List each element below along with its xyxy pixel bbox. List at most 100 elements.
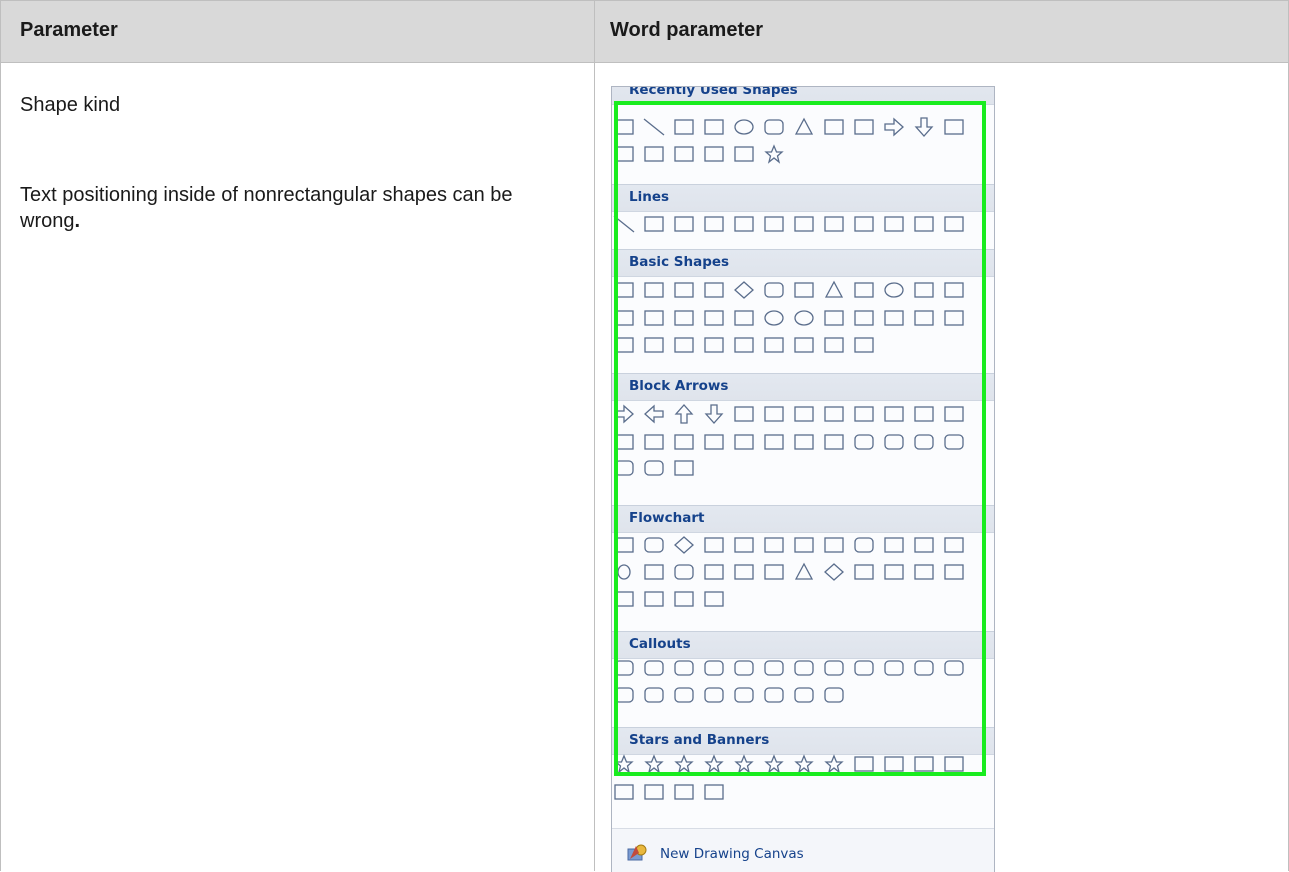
elbow-shape-icon[interactable] [704, 216, 724, 232]
terminator-shape-icon[interactable] [854, 537, 874, 553]
rect-shape-icon[interactable] [614, 537, 634, 553]
linecallout-shape-icon[interactable] [704, 687, 724, 703]
lbrace-shape-icon[interactable] [704, 146, 724, 162]
downarrow-shape-icon[interactable] [914, 117, 934, 137]
linecallout-shape-icon[interactable] [764, 660, 784, 676]
notched-shape-icon[interactable] [764, 434, 784, 450]
udcallout-shape-icon[interactable] [614, 460, 634, 476]
oval-shape-icon[interactable] [734, 119, 754, 135]
collate-shape-icon[interactable] [794, 562, 814, 580]
uturn-shape-icon[interactable] [884, 406, 904, 422]
diamond-shape-icon[interactable] [734, 281, 754, 299]
rightarrow-shape-icon[interactable] [884, 117, 904, 137]
leftuparrow-shape-icon[interactable] [914, 406, 934, 422]
roundcallout-shape-icon[interactable] [644, 660, 664, 676]
ovalcallout-shape-icon[interactable] [674, 660, 694, 676]
star8-shape-icon[interactable] [734, 754, 754, 774]
elbow-shape-icon[interactable] [824, 119, 844, 135]
dblarrow-shape-icon[interactable] [674, 216, 694, 232]
arc-shape-icon[interactable] [644, 146, 664, 162]
sun-shape-icon[interactable] [944, 310, 964, 326]
upcallout-shape-icon[interactable] [944, 434, 964, 450]
arc-shape-icon[interactable] [644, 337, 664, 353]
elbowarrow-shape-icon[interactable] [734, 216, 754, 232]
cloudcallout-shape-icon[interactable] [704, 660, 724, 676]
linecallout-shape-icon[interactable] [794, 660, 814, 676]
line-shape-icon[interactable] [613, 215, 635, 233]
star24-shape-icon[interactable] [794, 754, 814, 774]
oval-shape-icon[interactable] [884, 282, 904, 298]
curvedarrow-shape-icon[interactable] [824, 216, 844, 232]
merge-shape-icon[interactable] [884, 564, 904, 580]
rbrace-shape-icon[interactable] [854, 337, 874, 353]
cross-shape-icon[interactable] [944, 282, 964, 298]
moon-shape-icon[interactable] [614, 337, 634, 353]
pentagon-shape-icon[interactable] [614, 310, 634, 326]
lightning-shape-icon[interactable] [914, 310, 934, 326]
donut-shape-icon[interactable] [794, 310, 814, 326]
linecallout-shape-icon[interactable] [794, 687, 814, 703]
manualinput-shape-icon[interactable] [914, 537, 934, 553]
downarrow-shape-icon[interactable] [704, 404, 724, 424]
foldedcorner-shape-icon[interactable] [734, 310, 754, 326]
manualop-shape-icon[interactable] [944, 537, 964, 553]
curvedleft-shape-icon[interactable] [644, 434, 664, 450]
stripedright-shape-icon[interactable] [734, 434, 754, 450]
arrow-shape-icon[interactable] [644, 216, 664, 232]
elbowarrow-shape-icon[interactable] [854, 119, 874, 135]
curveddown-shape-icon[interactable] [704, 434, 724, 450]
arrow-shape-icon[interactable] [674, 119, 694, 135]
explosion-shape-icon[interactable] [614, 754, 634, 774]
parallelogram-shape-icon[interactable] [704, 537, 724, 553]
lbracket-shape-icon[interactable] [764, 337, 784, 353]
circular-shape-icon[interactable] [674, 460, 694, 476]
multidoc-shape-icon[interactable] [824, 537, 844, 553]
quadarrow-shape-icon[interactable] [794, 406, 814, 422]
rect-shape-icon[interactable] [644, 282, 664, 298]
roundrect-shape-icon[interactable] [764, 282, 784, 298]
new-drawing-canvas-item[interactable]: New Drawing Canvas [612, 828, 994, 872]
textbox-shape-icon[interactable] [614, 119, 634, 135]
triangle-shape-icon[interactable] [794, 117, 814, 135]
textbox-shape-icon[interactable] [614, 282, 634, 298]
magneticdisk-shape-icon[interactable] [644, 591, 664, 607]
pentagon-shape-icon[interactable] [794, 434, 814, 450]
linecallout-shape-icon[interactable] [824, 660, 844, 676]
leftarrow-shape-icon[interactable] [644, 404, 664, 424]
octagon-shape-icon[interactable] [794, 282, 814, 298]
linecallout-shape-icon[interactable] [824, 687, 844, 703]
quadcallout-shape-icon[interactable] [644, 460, 664, 476]
sort-shape-icon[interactable] [824, 563, 844, 581]
extract-shape-icon[interactable] [854, 564, 874, 580]
preparation-shape-icon[interactable] [884, 537, 904, 553]
ribbon-shape-icon[interactable] [854, 756, 874, 772]
curve-shape-icon[interactable] [884, 216, 904, 232]
sumjunction-shape-icon[interactable] [734, 564, 754, 580]
document-shape-icon[interactable] [794, 537, 814, 553]
curvedarrow-shape-icon[interactable] [854, 216, 874, 232]
star-shape-icon[interactable] [764, 144, 784, 164]
storeddata-shape-icon[interactable] [914, 564, 934, 580]
linecallout-shape-icon[interactable] [764, 687, 784, 703]
plaque-shape-icon[interactable] [734, 337, 754, 353]
freeform-shape-icon[interactable] [914, 216, 934, 232]
rect-shape-icon[interactable] [704, 119, 724, 135]
line-shape-icon[interactable] [643, 118, 665, 136]
linecallout-shape-icon[interactable] [914, 660, 934, 676]
bentup-shape-icon[interactable] [944, 406, 964, 422]
ribbon-shape-icon[interactable] [884, 756, 904, 772]
rbrace-shape-icon[interactable] [734, 146, 754, 162]
offpage-shape-icon[interactable] [644, 564, 664, 580]
scribble-shape-icon[interactable] [944, 216, 964, 232]
punchedtape-shape-icon[interactable] [704, 564, 724, 580]
rbracket-shape-icon[interactable] [794, 337, 814, 353]
roundrect-shape-icon[interactable] [764, 119, 784, 135]
ribbon-shape-icon[interactable] [914, 756, 934, 772]
linecallout-shape-icon[interactable] [644, 687, 664, 703]
curvedright-shape-icon[interactable] [614, 434, 634, 450]
flowcurve-shape-icon[interactable] [944, 119, 964, 135]
hexagon-shape-icon[interactable] [914, 282, 934, 298]
cube-shape-icon[interactable] [674, 310, 694, 326]
nosymbol-shape-icon[interactable] [824, 310, 844, 326]
internal-shape-icon[interactable] [764, 537, 784, 553]
